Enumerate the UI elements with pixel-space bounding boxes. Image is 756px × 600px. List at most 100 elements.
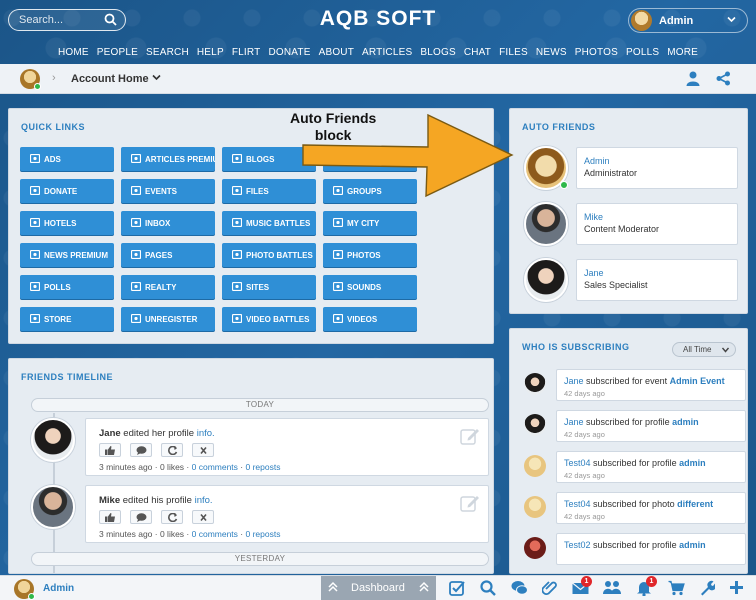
quick-link-button[interactable]: INBOX xyxy=(121,211,215,235)
quick-link-button[interactable]: SITES xyxy=(222,275,316,299)
nav-donate[interactable]: DONATE xyxy=(268,47,310,58)
avatar[interactable] xyxy=(524,258,568,302)
time-filter-dropdown[interactable]: All Time xyxy=(672,342,736,357)
cart-icon[interactable] xyxy=(668,580,685,599)
subscriber-link[interactable]: Test04 xyxy=(564,458,591,468)
nav-chat[interactable]: CHAT xyxy=(464,47,491,58)
search-icon[interactable] xyxy=(104,13,117,29)
post-link[interactable]: info. xyxy=(197,428,215,439)
edit-icon[interactable] xyxy=(460,427,480,448)
repost-button[interactable] xyxy=(161,443,183,457)
avatar[interactable] xyxy=(524,496,546,518)
user-menu[interactable]: Admin xyxy=(628,8,748,33)
post-link[interactable]: info. xyxy=(195,495,213,506)
friend-name[interactable]: Admin xyxy=(584,156,610,166)
auto-friend-card[interactable]: Jane Sales Specialist xyxy=(576,259,738,301)
edit-icon[interactable] xyxy=(460,494,480,515)
chat-icon[interactable] xyxy=(511,580,528,599)
plus-icon[interactable] xyxy=(729,580,744,598)
nav-search[interactable]: SEARCH xyxy=(146,47,189,58)
quick-link-button[interactable]: STORE xyxy=(20,307,114,331)
quick-link-button[interactable]: POLLS xyxy=(20,275,114,299)
auto-friend-card[interactable]: Mike Content Moderator xyxy=(576,203,738,245)
subscription-object-link[interactable]: Admin Event xyxy=(670,376,725,386)
quick-link-button[interactable]: PAGES xyxy=(121,243,215,267)
quick-link-label: SOUNDS xyxy=(347,283,382,292)
quick-link-button[interactable]: MUSIC BATTLES xyxy=(222,211,316,235)
nav-photos[interactable]: PHOTOS xyxy=(575,47,618,58)
avatar[interactable] xyxy=(524,414,546,436)
repost-button[interactable] xyxy=(161,510,183,524)
quick-link-button[interactable]: REALTY xyxy=(121,275,215,299)
post-comments-link[interactable]: 0 comments xyxy=(192,529,238,539)
nav-home[interactable]: HOME xyxy=(58,47,89,58)
nav-files[interactable]: FILES xyxy=(499,47,528,58)
remove-button[interactable] xyxy=(192,443,214,457)
subscription-object-link[interactable]: different xyxy=(677,499,713,509)
search-icon[interactable] xyxy=(480,580,496,599)
avatar[interactable] xyxy=(524,455,546,477)
auto-friend-card[interactable]: Admin Administrator xyxy=(576,147,738,189)
subscriber-link[interactable]: Test04 xyxy=(564,499,591,509)
search-input[interactable] xyxy=(19,13,99,27)
quick-link-button[interactable]: VIDEO BATTLES xyxy=(222,307,316,331)
quick-link-button[interactable]: VIDEOS xyxy=(323,307,417,331)
quick-link-button[interactable]: EVENTS xyxy=(121,179,215,203)
subscriber-link[interactable]: Jane xyxy=(564,376,584,386)
quick-link-icon xyxy=(232,154,242,163)
quick-link-button[interactable]: HOTELS xyxy=(20,211,114,235)
quick-link-button[interactable]: UNREGISTER xyxy=(121,307,215,331)
subscribing-panel: WHO IS SUBSCRIBING All Time Jane subscri… xyxy=(509,328,748,574)
avatar[interactable] xyxy=(31,418,75,462)
avatar[interactable] xyxy=(524,373,546,395)
quick-link-button[interactable]: NEWS PREMIUM xyxy=(20,243,114,267)
nav-polls[interactable]: POLLS xyxy=(626,47,659,58)
avatar[interactable] xyxy=(524,537,546,559)
post-comments-link[interactable]: 0 comments xyxy=(192,462,238,472)
post-author[interactable]: Mike xyxy=(99,495,120,506)
subscription-object-link[interactable]: admin xyxy=(679,540,706,550)
friend-name[interactable]: Jane xyxy=(584,268,604,278)
nav-help[interactable]: HELP xyxy=(197,47,224,58)
friends-icon[interactable] xyxy=(603,580,621,599)
subscription-object-link[interactable]: admin xyxy=(672,417,699,427)
user-icon[interactable] xyxy=(686,71,700,89)
wrench-icon[interactable] xyxy=(699,580,717,599)
like-button[interactable] xyxy=(99,443,121,457)
nav-about[interactable]: ABOUT xyxy=(319,47,354,58)
nav-articles[interactable]: ARTICLES xyxy=(362,47,412,58)
post-reposts-link[interactable]: 0 reposts xyxy=(245,529,280,539)
quick-link-button[interactable]: PHOTOS xyxy=(323,243,417,267)
nav-flirt[interactable]: FLIRT xyxy=(232,47,261,58)
checkbox-icon[interactable] xyxy=(449,580,465,599)
friend-name[interactable]: Mike xyxy=(584,212,603,222)
breadcrumb[interactable]: Account Home xyxy=(71,73,161,85)
quick-link-button[interactable]: ARTICLES PREMIUM xyxy=(121,147,215,171)
subscription-object-link[interactable]: admin xyxy=(679,458,706,468)
avatar[interactable] xyxy=(524,202,568,246)
dashboard-button[interactable]: Dashboard xyxy=(321,576,436,600)
subscription-text: Jane subscribed for event Admin Event xyxy=(564,376,740,386)
post-author[interactable]: Jane xyxy=(99,428,121,439)
remove-button[interactable] xyxy=(192,510,214,524)
share-icon[interactable] xyxy=(716,71,731,89)
search-box[interactable] xyxy=(8,9,126,31)
nav-news[interactable]: NEWS xyxy=(536,47,567,58)
post-reposts-link[interactable]: 0 reposts xyxy=(245,462,280,472)
quick-link-button[interactable]: SOUNDS xyxy=(323,275,417,299)
bottom-user-name[interactable]: Admin xyxy=(43,583,74,594)
comment-button[interactable] xyxy=(130,443,152,457)
quick-link-button[interactable]: MY CITY xyxy=(323,211,417,235)
nav-more[interactable]: MORE xyxy=(667,47,698,58)
nav-blogs[interactable]: BLOGS xyxy=(420,47,455,58)
quick-link-button[interactable]: ADS xyxy=(20,147,114,171)
avatar[interactable] xyxy=(31,485,75,529)
like-button[interactable] xyxy=(99,510,121,524)
subscriber-link[interactable]: Test02 xyxy=(564,540,591,550)
quick-link-button[interactable]: DONATE xyxy=(20,179,114,203)
subscriber-link[interactable]: Jane xyxy=(564,417,584,427)
nav-people[interactable]: PEOPLE xyxy=(97,47,138,58)
paperclip-icon[interactable] xyxy=(541,580,558,599)
comment-button[interactable] xyxy=(130,510,152,524)
quick-link-button[interactable]: PHOTO BATTLES xyxy=(222,243,316,267)
